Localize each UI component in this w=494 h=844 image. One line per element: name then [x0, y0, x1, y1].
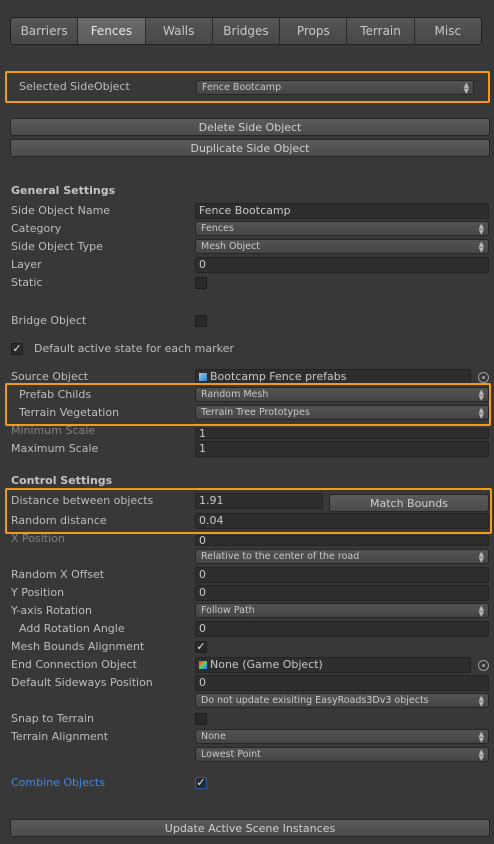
random-x-offset-field[interactable]: 0	[195, 567, 489, 583]
delete-side-object-button[interactable]: Delete Side Object	[10, 118, 490, 136]
dropdown-arrows-icon: ▲ ▼	[478, 239, 484, 254]
y-position-label: Y Position	[11, 586, 65, 599]
end-connection-value: None (Game Object)	[210, 658, 323, 671]
category-dropdown[interactable]: Fences ▲ ▼	[195, 221, 489, 236]
default-sideways-field[interactable]: 0	[195, 675, 489, 691]
static-checkbox[interactable]	[195, 277, 207, 289]
dropdown-arrows-icon: ▲ ▼	[478, 729, 484, 744]
random-distance-label: Random distance	[11, 514, 107, 527]
dropdown-arrows-icon: ▲ ▼	[463, 80, 469, 95]
add-rotation-angle-label: Add Rotation Angle	[19, 622, 125, 635]
end-connection-label: End Connection Object	[11, 658, 137, 671]
dropdown-arrows-icon: ▲ ▼	[478, 693, 484, 708]
terrain-alignment-dropdown[interactable]: None ▲ ▼	[195, 729, 489, 744]
update-active-scene-instances-button[interactable]: Update Active Scene Instances	[10, 819, 490, 837]
dropdown-arrows-icon: ▲ ▼	[478, 747, 484, 762]
y-axis-rotation-label: Y-axis Rotation	[11, 604, 92, 617]
maximum-scale-label: Maximum Scale	[11, 442, 99, 455]
snap-to-terrain-label: Snap to Terrain	[11, 712, 94, 725]
combine-objects-checkbox[interactable]: ✓	[195, 777, 207, 789]
side-object-name-field[interactable]: Fence Bootcamp	[195, 203, 489, 219]
default-active-checkbox[interactable]: ✓	[11, 343, 23, 355]
terrain-vegetation-label: Terrain Vegetation	[19, 406, 120, 419]
dropdown-arrows-icon: ▲ ▼	[478, 387, 484, 402]
random-x-offset-label: Random X Offset	[11, 568, 105, 581]
add-rotation-angle-field[interactable]: 0	[195, 621, 489, 637]
terrain-vegetation-dropdown[interactable]: Terrain Tree Prototypes ▲ ▼	[195, 405, 489, 420]
side-object-name-label: Side Object Name	[11, 204, 111, 217]
selected-sideobject-value: Fence Bootcamp	[202, 82, 282, 93]
x-position-field[interactable]: 0	[195, 535, 489, 546]
distance-between-objects-label: Distance between objects	[11, 494, 154, 507]
x-position-mode-value: Relative to the center of the road	[201, 551, 360, 562]
side-object-type-label: Side Object Type	[11, 240, 103, 253]
source-object-value: Bootcamp Fence prefabs	[210, 370, 347, 383]
terrain-alignment-value: None	[201, 731, 226, 742]
tab-walls[interactable]: Walls	[145, 18, 213, 44]
random-distance-field[interactable]: 0.04	[195, 513, 489, 529]
combine-objects-label[interactable]: Combine Objects	[11, 776, 105, 789]
terrain-vegetation-value: Terrain Tree Prototypes	[201, 407, 310, 418]
selected-sideobject-dropdown[interactable]: Fence Bootcamp ▲ ▼	[196, 80, 474, 95]
dropdown-arrows-icon: ▲ ▼	[478, 405, 484, 420]
layer-field[interactable]: 0	[195, 257, 489, 273]
tab-barriers[interactable]: Barriers	[11, 18, 79, 44]
tab-props[interactable]: Props	[280, 18, 348, 44]
tab-bridges[interactable]: Bridges	[212, 18, 281, 44]
y-position-field[interactable]: 0	[195, 585, 489, 601]
terrain-point-dropdown[interactable]: Lowest Point ▲ ▼	[195, 747, 489, 762]
x-position-mode-dropdown[interactable]: Relative to the center of the road ▲ ▼	[195, 549, 489, 564]
static-label: Static	[11, 276, 43, 289]
object-picker-icon[interactable]	[478, 660, 489, 671]
category-tabbar: Barriers Fences Walls Bridges Props Terr…	[10, 17, 482, 45]
y-axis-rotation-value: Follow Path	[201, 605, 255, 616]
minimum-scale-field[interactable]: 1	[195, 428, 489, 439]
category-value: Fences	[201, 223, 234, 234]
snap-to-terrain-checkbox[interactable]	[195, 713, 207, 725]
default-active-label: Default active state for each marker	[34, 342, 234, 355]
source-object-label: Source Object	[11, 370, 89, 383]
object-picker-icon[interactable]	[478, 372, 489, 383]
mesh-bounds-alignment-checkbox[interactable]: ✓	[195, 641, 207, 653]
category-label: Category	[11, 222, 62, 235]
distance-between-objects-field[interactable]: 1.91	[195, 493, 323, 509]
terrain-alignment-label: Terrain Alignment	[11, 730, 109, 743]
maximum-scale-field[interactable]: 1	[195, 441, 489, 457]
tab-fences[interactable]: Fences	[78, 18, 146, 44]
end-connection-field[interactable]: None (Game Object)	[195, 657, 471, 673]
match-bounds-button[interactable]: Match Bounds	[329, 494, 489, 512]
terrain-point-value: Lowest Point	[201, 749, 261, 760]
side-object-type-value: Mesh Object	[201, 241, 260, 252]
dropdown-arrows-icon: ▲ ▼	[478, 603, 484, 618]
minimum-scale-label: Minimum Scale	[11, 424, 96, 437]
side-object-type-dropdown[interactable]: Mesh Object ▲ ▼	[195, 239, 489, 254]
update-mode-value: Do not update exisiting EasyRoads3Dv3 ob…	[201, 695, 429, 706]
dropdown-arrows-icon: ▲ ▼	[478, 549, 484, 564]
control-settings-heading: Control Settings	[11, 474, 113, 487]
prefab-childs-dropdown[interactable]: Random Mesh ▲ ▼	[195, 387, 489, 402]
duplicate-side-object-button[interactable]: Duplicate Side Object	[10, 139, 490, 157]
general-settings-heading: General Settings	[11, 184, 116, 197]
y-axis-rotation-dropdown[interactable]: Follow Path ▲ ▼	[195, 603, 489, 618]
tab-terrain[interactable]: Terrain	[347, 18, 415, 44]
x-position-label: X Position	[11, 532, 65, 545]
default-sideways-label: Default Sideways Position	[11, 676, 153, 689]
bridge-object-label: Bridge Object	[11, 314, 87, 327]
prefab-cube-icon	[199, 373, 207, 381]
prefab-childs-label: Prefab Childs	[19, 388, 92, 401]
tab-misc[interactable]: Misc	[414, 18, 481, 44]
dropdown-arrows-icon: ▲ ▼	[478, 221, 484, 236]
selected-sideobject-label: Selected SideObject	[19, 80, 130, 93]
layer-label: Layer	[11, 258, 42, 271]
update-mode-dropdown[interactable]: Do not update exisiting EasyRoads3Dv3 ob…	[195, 693, 489, 708]
prefab-childs-value: Random Mesh	[201, 389, 269, 400]
mesh-bounds-alignment-label: Mesh Bounds Alignment	[11, 640, 145, 653]
bridge-object-checkbox[interactable]	[195, 315, 207, 327]
gameobject-cube-icon	[199, 661, 207, 669]
